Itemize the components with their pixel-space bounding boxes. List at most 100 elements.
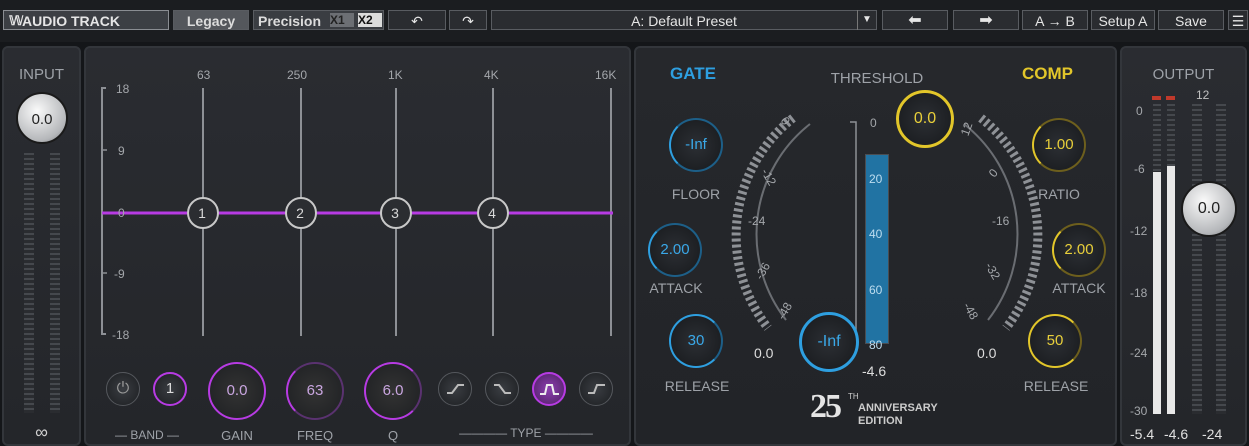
gate-attack-knob[interactable]: 2.00 <box>648 223 702 277</box>
comp-release-label: RELEASE <box>1023 378 1089 394</box>
node-label: 1 <box>198 205 206 221</box>
type-highshelf-button[interactable] <box>485 372 519 406</box>
prev-preset-button[interactable]: ⬅ <box>882 10 948 30</box>
comp-title: COMP <box>1022 64 1073 83</box>
bell-icon <box>540 384 559 395</box>
eq-power-button[interactable]: ⏻ <box>106 372 140 406</box>
gain-label: GAIN <box>221 428 253 443</box>
q-label: Q <box>387 428 399 443</box>
waves-logo-icon: 𝕎 <box>9 13 23 28</box>
anniversary-line2: EDITION <box>858 415 903 427</box>
type-label: ———— TYPE ———— <box>459 426 593 440</box>
gate-release-label: RELEASE <box>664 378 730 394</box>
gain-knob[interactable]: 0.0 <box>208 362 266 420</box>
eq-graph[interactable] <box>86 48 629 348</box>
threshold-scale-tick: 80 <box>869 338 883 352</box>
output-meter-right-fill <box>1167 166 1175 414</box>
next-preset-button[interactable]: ➡ <box>953 10 1019 30</box>
input-label: INPUT <box>19 66 64 83</box>
output-scale-tick: -12 <box>1130 224 1148 238</box>
output-fader-track-left <box>1192 104 1202 414</box>
output-readout-left: -5.4 <box>1130 426 1155 442</box>
menu-button[interactable]: ☰ <box>1228 10 1248 30</box>
eq-panel: 63 250 1K 4K 16K 18 9 0 -9 -18 1 2 3 4 ⏻… <box>84 46 631 446</box>
precision-control: Precision X1 X2 <box>253 10 384 30</box>
precision-label: Precision <box>258 13 322 29</box>
arrow-left-icon: ⬅ <box>908 12 922 29</box>
gate-release-knob[interactable]: 30 <box>669 314 723 368</box>
arrow-right-icon: ➡ <box>979 12 993 29</box>
freq-tick: 4K <box>484 68 499 82</box>
threshold-scale-tick: 20 <box>869 172 883 186</box>
legacy-button[interactable]: Legacy <box>173 10 249 30</box>
threshold-title: THRESHOLD <box>830 70 924 87</box>
input-meter-left <box>24 153 34 413</box>
comp-scale-tick: -16 <box>992 214 1010 228</box>
ratio-label: RATIO <box>1038 186 1080 202</box>
plugin-logo[interactable]: 𝕎 AUDIO TRACK <box>3 10 169 30</box>
clip-indicator-right[interactable] <box>1166 96 1175 100</box>
anniversary-line1: ANNIVERSARY <box>858 402 938 414</box>
node-label: 4 <box>488 205 496 221</box>
gain-axis-line <box>101 87 106 335</box>
type-lowshelf-button[interactable] <box>438 372 472 406</box>
input-meter-right <box>50 153 60 413</box>
q-knob[interactable]: 6.0 <box>364 362 422 420</box>
save-button[interactable]: Save <box>1158 10 1224 30</box>
threshold-readout: -4.6 <box>862 363 887 379</box>
output-meter-right <box>1167 104 1175 414</box>
freq-knob[interactable]: 63 <box>286 362 344 420</box>
high-shelf-icon <box>494 384 511 394</box>
freq-label: FREQ <box>296 428 334 443</box>
output-scale-tick: 0 <box>1136 104 1143 118</box>
floor-knob[interactable]: -Inf <box>669 118 723 172</box>
type-shelf-button[interactable] <box>579 372 613 406</box>
output-fader-track-right <box>1216 104 1226 414</box>
plugin-name: AUDIO TRACK <box>22 13 120 29</box>
band-selector[interactable]: 1 <box>153 372 187 406</box>
setup-button[interactable]: Setup A <box>1091 10 1155 30</box>
output-label: OUTPUT <box>1152 66 1215 83</box>
output-scale-tick: -24 <box>1130 346 1148 360</box>
comp-meter-value: 0.0 <box>977 345 997 361</box>
type-bell-button[interactable] <box>532 372 566 406</box>
output-top-tick: 12 <box>1196 88 1210 102</box>
preset-selector[interactable]: A: Default Preset ▼ <box>491 10 877 30</box>
output-gain-knob[interactable]: 0.0 <box>1181 181 1237 237</box>
x1-button[interactable]: X1 <box>330 13 354 27</box>
type-label-text: TYPE <box>510 426 542 440</box>
comp-release-knob[interactable]: 50 <box>1028 314 1082 368</box>
gain-tick: -9 <box>114 267 125 281</box>
output-panel: OUTPUT 12 0 -6 -12 -18 -24 -30 0.0 -5.4 … <box>1120 46 1247 446</box>
output-readout-fader: -24 <box>1202 426 1223 442</box>
comp-attack-knob[interactable]: 2.00 <box>1052 223 1106 277</box>
threshold-scale-tick: 0 <box>870 116 877 130</box>
undo-button[interactable]: ↶ <box>388 10 446 30</box>
output-scale-tick: -6 <box>1134 162 1145 176</box>
top-toolbar: 𝕎 AUDIO TRACK Legacy Precision X1 X2 ↶ ↷ A:… <box>0 0 1249 42</box>
undo-icon: ↶ <box>411 13 423 29</box>
power-icon: ⏻ <box>116 380 130 397</box>
shelf-icon <box>588 384 605 394</box>
node-label: 2 <box>296 205 304 221</box>
redo-button[interactable]: ↷ <box>449 10 487 30</box>
clip-indicator-left[interactable] <box>1152 96 1161 100</box>
output-meter-left-fill <box>1153 172 1161 414</box>
ratio-knob[interactable]: 1.00 <box>1032 118 1086 172</box>
low-shelf-icon <box>447 384 464 394</box>
dropdown-icon[interactable]: ▼ <box>857 10 876 30</box>
threshold-scale-tick: 60 <box>869 283 883 297</box>
x2-button[interactable]: X2 <box>358 13 382 27</box>
gain-tick: 9 <box>118 144 125 158</box>
node-label: 3 <box>391 205 399 221</box>
threshold-low-knob[interactable]: -Inf <box>799 312 859 372</box>
freq-tick: 16K <box>595 68 617 82</box>
gain-tick: 0 <box>118 206 125 220</box>
input-gain-knob[interactable]: 0.0 <box>16 92 68 144</box>
anniversary-number: 25 <box>810 388 842 425</box>
comp-attack-label: ATTACK <box>1052 280 1106 296</box>
anniversary-th: TH <box>848 392 859 401</box>
ab-compare-button[interactable]: A → B <box>1022 10 1088 30</box>
gate-attack-label: ATTACK <box>649 280 703 296</box>
freq-tick: 1K <box>388 68 403 82</box>
